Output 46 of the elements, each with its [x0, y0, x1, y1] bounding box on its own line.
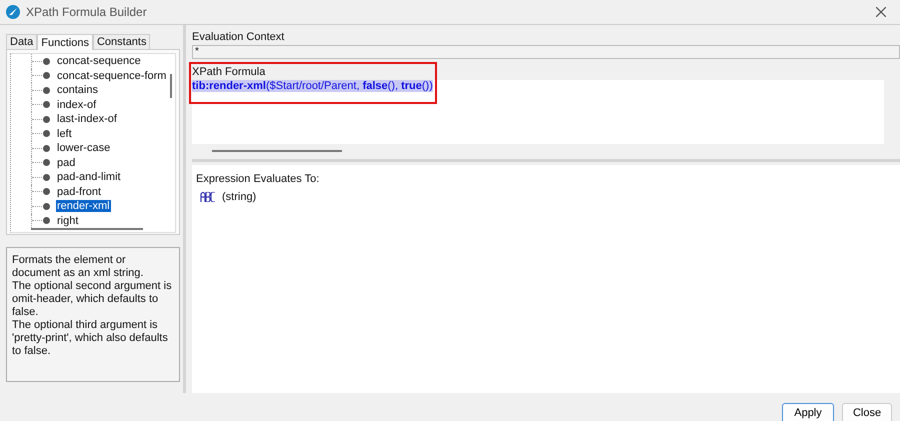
bullet-icon: [43, 174, 50, 181]
field-label: Evaluation Context: [192, 30, 286, 45]
bullet-icon: [43, 86, 50, 94]
bullet-icon: [43, 188, 50, 196]
tree-item[interactable]: render-xml: [56, 200, 111, 212]
description-text: The optional second argument is omit-header, which defaults to false.: [12, 280, 173, 319]
tree-item[interactable]: left: [56, 128, 73, 140]
window-title: XPath Formula Builder: [26, 5, 148, 19]
tree-item[interactable]: right: [56, 214, 80, 227]
bullet-icon: [43, 101, 50, 108]
apply-button[interactable]: Apply: [782, 403, 834, 421]
field-label: XPath Formula: [192, 65, 266, 80]
tree-item[interactable]: concat-sequence: [56, 55, 142, 68]
bullet-icon: [43, 130, 50, 138]
description-text: Formats the element or document as an xml string.: [12, 254, 144, 280]
tree-item[interactable]: lower-case: [56, 142, 112, 154]
tree-item[interactable]: pad: [56, 156, 76, 169]
input-field[interactable]: *: [192, 45, 900, 59]
scrollbar-thumb[interactable]: [170, 74, 172, 98]
close-button[interactable]: Close: [842, 403, 892, 421]
formula-text: tib:render-xml($Start/root/Parent, false(), true()): [192, 80, 433, 92]
close-icon[interactable]: [876, 7, 886, 17]
scrollbar-thumb[interactable]: [212, 150, 342, 152]
scrollbar-thumb[interactable]: [31, 228, 143, 230]
tree-item[interactable]: last-index-of: [56, 113, 118, 126]
app-logo-icon: [6, 5, 20, 19]
bullet-icon: [43, 144, 50, 152]
type-label: (string): [222, 191, 256, 203]
field-label: Expression Evaluates To:: [196, 172, 320, 187]
bullet-icon: [43, 116, 50, 123]
tree-item[interactable]: pad-front: [56, 186, 102, 198]
tab[interactable]: Constants: [92, 34, 150, 49]
description-text: The optional third argument is 'pretty-print', which also defaults to false.: [12, 319, 169, 358]
formula-editor[interactable]: tib:render-xml($Start/root/Parent, false(), true()): [192, 80, 884, 144]
tree-item[interactable]: pad-and-limit: [56, 171, 122, 184]
tree-item[interactable]: concat-sequence-form: [56, 70, 168, 82]
bullet-icon: [43, 202, 50, 210]
bullet-icon: [43, 217, 50, 224]
string-type-icon: [200, 192, 216, 202]
tab[interactable]: Functions: [37, 34, 93, 50]
bullet-icon: [43, 72, 50, 80]
bullet-icon: [43, 58, 50, 65]
tree-item[interactable]: index-of: [56, 98, 98, 111]
tree-item[interactable]: contains: [56, 84, 99, 96]
tab[interactable]: Data: [6, 34, 38, 49]
bullet-icon: [43, 159, 50, 166]
